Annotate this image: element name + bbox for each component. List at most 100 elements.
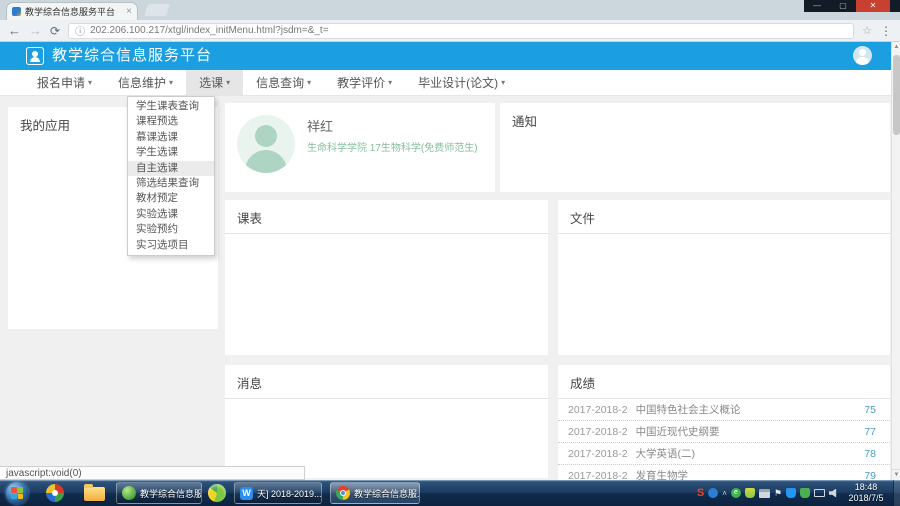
grade-course: 发育生物学: [636, 468, 865, 480]
grade-row[interactable]: 2017-2018-2 大学英语(二) 78: [558, 443, 890, 465]
screenshot-root: 教学综合信息服务平台 × — ▢ ✕ ← → ⟳ ⓘ 202.206.100.2…: [0, 0, 900, 506]
grade-term: 2017-2018-2: [568, 404, 628, 416]
browser-tab[interactable]: 教学综合信息服务平台 ×: [6, 2, 138, 20]
optimizer-ball-icon[interactable]: [208, 484, 226, 502]
taskbar-button-green-browser[interactable]: 教学综合信息服...: [116, 482, 202, 504]
nav-item-course-select[interactable]: 选课 ▾: [186, 70, 243, 95]
antivirus-blue-shield-icon[interactable]: [786, 488, 796, 498]
windows-flag-icon: [11, 487, 23, 499]
globe-tray-icon[interactable]: [708, 488, 718, 498]
grades-title: 成绩: [558, 365, 890, 399]
nav-label: 信息维护: [118, 74, 166, 91]
grade-term: 2017-2018-2: [568, 448, 628, 460]
explorer-folder-icon[interactable]: [84, 487, 105, 501]
schedule-title: 课表: [225, 200, 548, 234]
profile-avatar: [237, 115, 295, 173]
browser-menu-icon[interactable]: ⋮: [880, 24, 892, 38]
chrome-icon: [336, 486, 350, 500]
show-desktop-button[interactable]: [893, 480, 900, 506]
window-minimize-button[interactable]: —: [804, 0, 830, 12]
bookmark-star-icon[interactable]: ☆: [862, 24, 872, 37]
security-shield-tray-icon[interactable]: [745, 488, 755, 498]
nav-item-info-query[interactable]: 信息查询 ▾: [243, 70, 324, 95]
grades-panel: 成绩 2017-2018-2 中国特色社会主义概论 75 2017-2018-2…: [558, 365, 890, 480]
antivirus-green-shield-icon[interactable]: [800, 488, 810, 498]
scrollbar-thumb[interactable]: [893, 55, 900, 135]
grade-course: 中国特色社会主义概论: [636, 402, 865, 417]
scroll-up-icon[interactable]: ▲: [892, 42, 900, 53]
site-info-icon[interactable]: ⓘ: [75, 23, 85, 38]
tab-close-icon[interactable]: ×: [126, 7, 132, 17]
main-nav: 报名申请 ▾ 信息维护 ▾ 选课 ▾ 信息查询 ▾ 教学评价 ▾ 毕业设计(论文…: [0, 70, 900, 96]
files-panel: 文件: [558, 200, 890, 355]
taskbar-button-wps[interactable]: W 天] 2018-2019...: [234, 482, 322, 504]
nav-label: 选课: [199, 74, 223, 91]
app-header: 教学综合信息服务平台: [0, 42, 900, 70]
chevron-down-icon: ▾: [169, 78, 173, 87]
page-viewport: 教学综合信息服务平台 报名申请 ▾ 信息维护 ▾ 选课 ▾ 信息查询 ▾ 教学评…: [0, 42, 900, 480]
menu-item-student-select[interactable]: 学生选课: [128, 145, 214, 160]
url-omnibox[interactable]: ⓘ 202.206.100.217/xtgl/index_initMenu.ht…: [68, 23, 854, 39]
notice-panel: 通知: [500, 103, 890, 192]
pinwheel-app-icon[interactable]: [46, 484, 64, 502]
messages-panel: 消息: [225, 365, 548, 478]
tray-expand-icon[interactable]: ˄: [722, 489, 727, 498]
browser-tab-strip: 教学综合信息服务平台 × — ▢ ✕: [0, 0, 900, 20]
scroll-down-icon[interactable]: ▼: [892, 469, 900, 480]
nav-label: 毕业设计(论文): [418, 74, 498, 91]
network-tray-icon[interactable]: [814, 489, 825, 497]
nav-item-thesis[interactable]: 毕业设计(论文) ▾: [405, 70, 518, 95]
menu-item-internship-select[interactable]: 实习选项目: [128, 238, 214, 253]
forward-icon[interactable]: →: [29, 24, 42, 37]
nav-label: 信息查询: [256, 74, 304, 91]
grade-score: 77: [864, 426, 876, 438]
user-avatar-icon[interactable]: [853, 46, 872, 65]
browser-tray-icon[interactable]: e: [731, 488, 741, 498]
green-browser-icon: [122, 486, 136, 500]
chevron-down-icon: ▾: [307, 78, 311, 87]
grade-course: 中国近现代史纲要: [636, 424, 865, 439]
window-maximize-button[interactable]: ▢: [830, 0, 856, 12]
nav-item-evaluation[interactable]: 教学评价 ▾: [324, 70, 405, 95]
browser-status-bar: javascript:void(0): [0, 466, 305, 480]
windows-taskbar: 教学综合信息服... W 天] 2018-2019... 教学综合信息服... …: [0, 480, 900, 506]
menu-item-lab-select[interactable]: 实验选课: [128, 207, 214, 222]
grade-row[interactable]: 2017-2018-2 发育生物学 79: [558, 465, 890, 480]
nav-item-info-maintain[interactable]: 信息维护 ▾: [105, 70, 186, 95]
taskbar-button-chrome[interactable]: 教学综合信息服...: [330, 482, 420, 504]
menu-item-student-timetable[interactable]: 学生课表查询: [128, 99, 214, 114]
schedule-panel: 课表: [225, 200, 548, 355]
action-center-flag-icon[interactable]: ⚑: [774, 488, 782, 499]
chevron-down-icon: ▾: [88, 78, 92, 87]
grade-row[interactable]: 2017-2018-2 中国特色社会主义概论 75: [558, 399, 890, 421]
menu-item-course-preselect[interactable]: 课程预选: [128, 114, 214, 129]
files-title: 文件: [558, 200, 890, 234]
grade-score: 79: [864, 470, 876, 481]
grade-row[interactable]: 2017-2018-2 中国近现代史纲要 77: [558, 421, 890, 443]
menu-item-mooc-select[interactable]: 慕课选课: [128, 130, 214, 145]
notice-title: 通知: [500, 103, 890, 136]
new-tab-button[interactable]: [144, 4, 170, 16]
menu-item-textbook-order[interactable]: 教材预定: [128, 191, 214, 206]
nav-label: 教学评价: [337, 74, 385, 91]
volume-tray-icon[interactable]: [829, 489, 838, 498]
app-title: 教学综合信息服务平台: [52, 42, 212, 70]
window-close-button[interactable]: ✕: [856, 0, 890, 12]
grade-score: 78: [864, 448, 876, 460]
platform-logo-icon: [26, 47, 44, 65]
printer-tray-icon[interactable]: [759, 489, 770, 498]
sogou-ime-tray-icon[interactable]: S: [697, 487, 704, 499]
menu-item-self-select[interactable]: 自主选课: [128, 161, 214, 176]
grade-score: 75: [864, 404, 876, 416]
back-icon[interactable]: ←: [8, 24, 21, 37]
nav-item-registration[interactable]: 报名申请 ▾: [24, 70, 105, 95]
clock-date: 2018/7/5: [842, 493, 890, 504]
task-label: 天] 2018-2019...: [257, 487, 322, 500]
site-favicon-icon: [12, 7, 21, 16]
page-scrollbar[interactable]: ▲ ▼: [891, 42, 900, 480]
menu-item-lab-reserve[interactable]: 实验预约: [128, 222, 214, 237]
start-button[interactable]: [6, 482, 28, 504]
menu-item-filter-result-query[interactable]: 筛选结果查询: [128, 176, 214, 191]
reload-icon[interactable]: ⟳: [50, 24, 60, 38]
taskbar-clock[interactable]: 18:48 2018/7/5: [842, 482, 890, 504]
